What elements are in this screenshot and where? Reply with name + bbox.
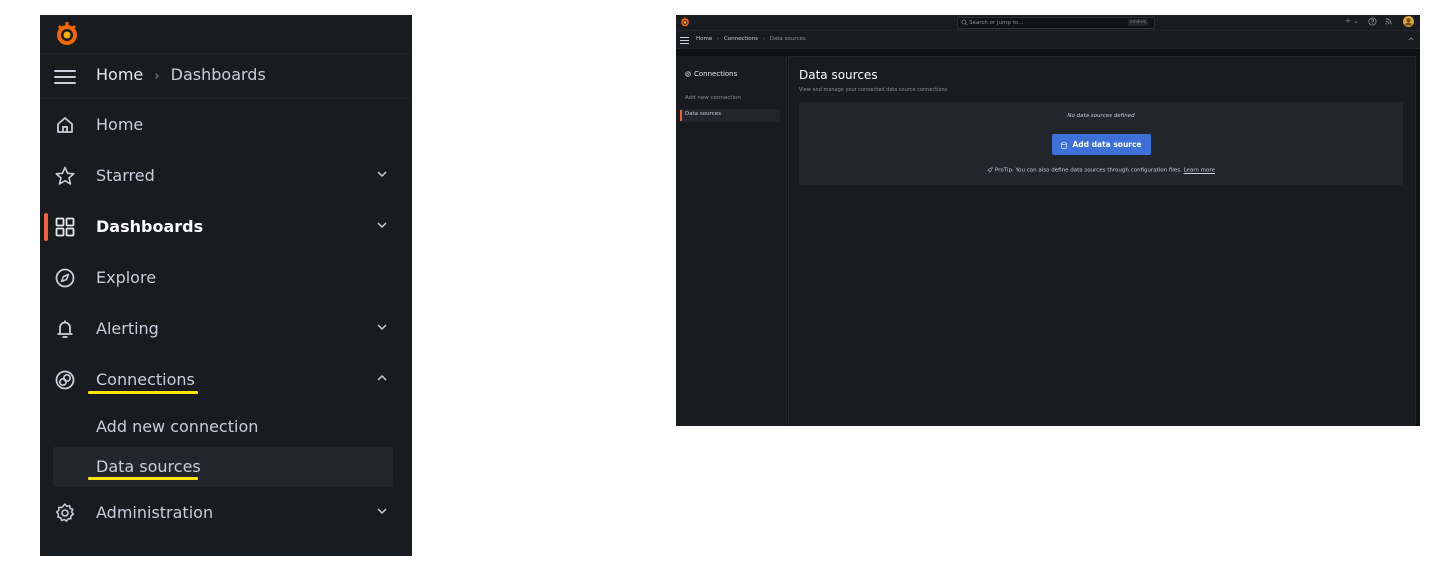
rocket-icon: [987, 167, 993, 173]
nav-item-dashboards[interactable]: Dashboards: [40, 205, 412, 249]
add-new-button[interactable]: + ⌄: [1345, 17, 1359, 25]
sub-item-data-sources[interactable]: Data sources: [53, 447, 393, 487]
chevron-up-icon[interactable]: [1408, 36, 1414, 42]
chevron-down-icon[interactable]: [376, 321, 388, 333]
highlight-underline-data-sources: [88, 477, 198, 480]
breadcrumb-bar: Home › Dashboards: [40, 54, 412, 99]
nav-item-administration[interactable]: Administration: [40, 491, 412, 535]
subnav-item-label: Data sources: [685, 111, 722, 117]
data-sources-page-crop: Search or jump to... cmd+k + ⌄ Home › Co…: [676, 15, 1420, 426]
breadcrumb-connections[interactable]: Connections: [724, 36, 758, 42]
search-input[interactable]: Search or jump to... cmd+k: [957, 17, 1155, 29]
breadcrumb-home[interactable]: Home: [696, 36, 712, 42]
breadcrumb-separator: ›: [154, 69, 160, 84]
breadcrumb-home[interactable]: Home: [96, 65, 143, 84]
breadcrumb-separator: ›: [762, 36, 765, 42]
page-subtitle: View and manage your connected data sour…: [799, 87, 948, 93]
subnav-title-label: Connections: [694, 70, 738, 78]
chevron-up-icon[interactable]: [376, 372, 388, 384]
nav-item-home[interactable]: Home: [40, 103, 412, 147]
compass-icon: [55, 268, 75, 288]
empty-state-panel: No data sources defined Add data source …: [799, 102, 1403, 185]
nav-label-connections: Connections: [96, 370, 195, 389]
empty-state-text: No data sources defined: [1067, 113, 1135, 119]
connections-subnav: Connections Add new connection Data sour…: [676, 56, 787, 426]
menu-icon[interactable]: [680, 35, 689, 44]
breadcrumb-bar: Home › Connections › Data sources: [676, 31, 1420, 49]
protip-text: ProTip: You can also define data sources…: [995, 167, 1182, 174]
chevron-down-icon[interactable]: [376, 219, 388, 231]
sub-item-label: Data sources: [96, 457, 201, 476]
nav-label-explore: Explore: [96, 268, 157, 287]
nav-label-administration: Administration: [96, 503, 214, 522]
cog-icon: [55, 503, 75, 522]
nav-label-home: Home: [96, 115, 144, 134]
connections-icon: [55, 370, 75, 390]
nav-label-dashboards: Dashboards: [96, 217, 204, 236]
bell-icon: [57, 320, 73, 338]
grafana-logo[interactable]: [54, 21, 80, 47]
search-placeholder: Search or jump to...: [969, 20, 1024, 26]
sub-item-add-new-connection[interactable]: Add new connection: [53, 407, 393, 447]
connections-icon: [685, 71, 691, 77]
left-sidebar-crop: Home › Dashboards Home Starred Dashboard…: [40, 15, 412, 556]
add-data-source-button[interactable]: Add data source: [1052, 134, 1151, 155]
nav-label-starred: Starred: [96, 166, 155, 185]
database-icon: [1061, 141, 1068, 149]
highlight-underline-connections: [88, 391, 198, 394]
help-icon[interactable]: [1368, 17, 1377, 26]
menu-icon[interactable]: [54, 66, 76, 86]
search-shortcut: cmd+k: [1127, 19, 1148, 26]
add-data-source-label: Add data source: [1072, 140, 1142, 149]
breadcrumb-current: Data sources: [769, 36, 806, 42]
breadcrumb-current: Dashboards: [170, 65, 266, 84]
protip: ProTip: You can also define data sources…: [799, 167, 1403, 174]
nav-item-explore[interactable]: Explore: [40, 256, 412, 300]
home-icon: [57, 117, 73, 133]
breadcrumb: Home › Connections › Data sources: [696, 35, 806, 43]
star-icon: [55, 166, 75, 185]
user-avatar[interactable]: [1403, 16, 1414, 27]
nav-item-connections[interactable]: Connections: [40, 358, 412, 402]
active-indicator: [680, 110, 682, 121]
grafana-logo[interactable]: [680, 17, 690, 27]
rss-icon[interactable]: [1384, 17, 1393, 26]
search-icon: [961, 19, 968, 26]
nav-item-alerting[interactable]: Alerting: [40, 307, 412, 351]
subnav-title: Connections: [685, 70, 737, 78]
top-bar: Search or jump to... cmd+k + ⌄: [676, 15, 1420, 31]
chevron-down-icon[interactable]: [376, 505, 388, 517]
top-bar: [40, 15, 412, 54]
main-content: Data sources View and manage your connec…: [788, 56, 1416, 426]
subnav-item-data-sources[interactable]: Data sources: [680, 109, 780, 122]
nav-label-alerting: Alerting: [96, 319, 159, 338]
subnav-item-add-new-connection[interactable]: Add new connection: [685, 95, 741, 101]
breadcrumb-separator: ›: [717, 36, 720, 42]
learn-more-link[interactable]: Learn more: [1184, 168, 1215, 174]
chevron-down-icon[interactable]: [376, 168, 388, 180]
nav-item-starred[interactable]: Starred: [40, 154, 412, 198]
page-title: Data sources: [799, 68, 878, 82]
apps-icon: [55, 217, 75, 237]
breadcrumb: Home › Dashboards: [96, 64, 266, 88]
sub-item-label: Add new connection: [96, 417, 259, 436]
